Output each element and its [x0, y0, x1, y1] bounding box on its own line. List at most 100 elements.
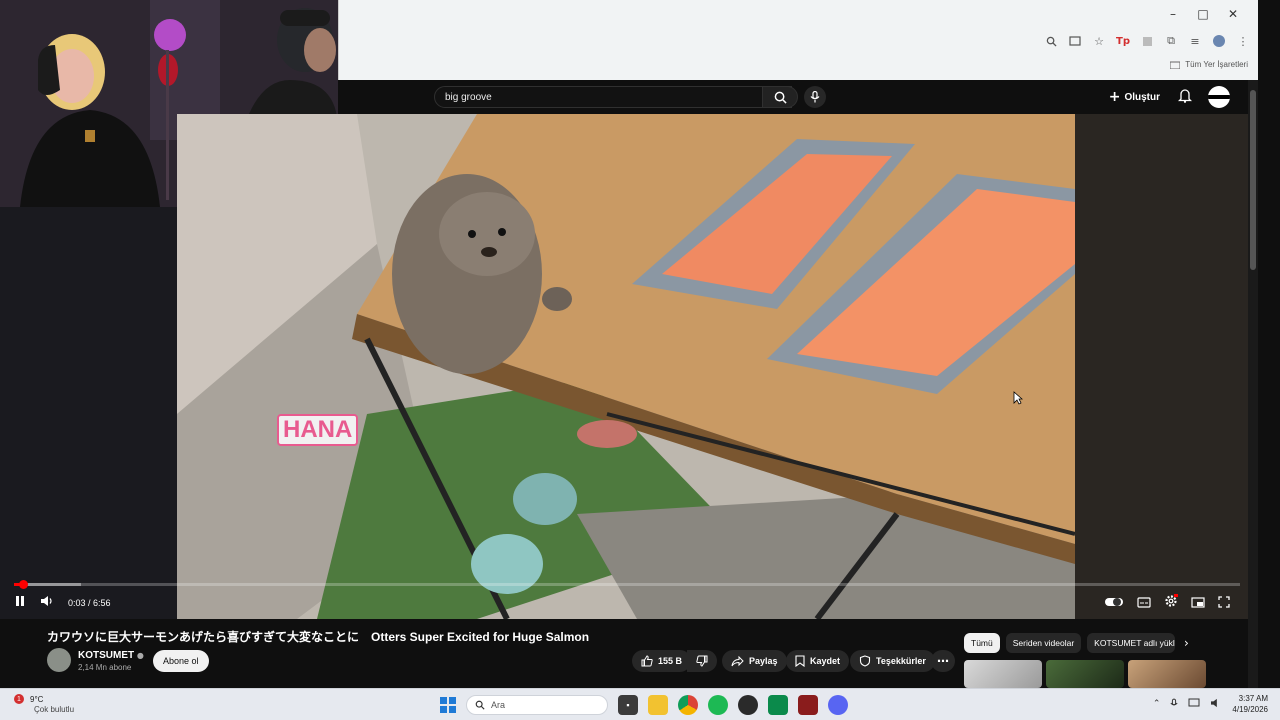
notifications-button[interactable]: [1177, 88, 1193, 108]
dislike-button[interactable]: [687, 650, 717, 672]
like-button[interactable]: 155 B: [632, 650, 692, 672]
verified-icon: ●: [136, 651, 144, 660]
progress-bar[interactable]: [14, 580, 1240, 589]
more-actions-button[interactable]: ⋯: [931, 650, 955, 672]
search-icon: [774, 91, 787, 104]
subscribe-button[interactable]: Abone ol: [153, 650, 209, 672]
share-button[interactable]: Paylaş: [722, 650, 787, 672]
microphone-icon: [810, 91, 820, 103]
gear-icon: [1165, 594, 1178, 607]
youtube-header: big groove ✕ + Oluştur: [338, 80, 1258, 114]
clock-date: 4/19/2026: [1232, 705, 1268, 714]
plus-icon: +: [1108, 89, 1121, 105]
channel-avatar[interactable]: [47, 648, 71, 672]
file-explorer-icon[interactable]: [648, 695, 668, 715]
tray-volume-icon[interactable]: [1210, 698, 1222, 710]
cast-icon[interactable]: [1068, 34, 1082, 48]
related-thumbnail[interactable]: [1128, 660, 1206, 688]
game-app-icon[interactable]: [798, 695, 818, 715]
minimize-button[interactable]: –: [1158, 4, 1188, 24]
system-tray: ⌃ 3:37 AM 4/19/2026: [1153, 693, 1268, 715]
channel-name-label: KOTSUMET: [78, 650, 135, 661]
fullscreen-button[interactable]: [1218, 595, 1230, 613]
weather-widget[interactable]: 1 9°C Çok bulutlu: [14, 694, 74, 714]
player-controls-left: 0:03 / 6:56: [14, 594, 111, 612]
subtitles-button[interactable]: [1137, 595, 1151, 613]
clock-time: 3:37 AM: [1238, 694, 1268, 703]
left-dark-area: [0, 207, 177, 619]
browser-menu-icon[interactable]: ⋮: [1236, 34, 1250, 48]
browser-chrome: – □ ✕ ☆ Tp ⧉ ≡ ⋮ Tüm Yer İşaretleri: [338, 0, 1258, 80]
subscriber-count: 2,14 Mn abone: [78, 663, 132, 672]
tray-network-icon[interactable]: [1188, 698, 1200, 710]
chip-channel-uploads[interactable]: KOTSUMET adlı yükle: [1087, 633, 1176, 653]
start-button[interactable]: [440, 697, 456, 718]
autoplay-toggle-icon: [1105, 597, 1123, 606]
settings-button[interactable]: [1164, 594, 1178, 613]
profile-avatar-icon[interactable]: [1212, 34, 1226, 48]
more-horizontal-icon: ⋯: [937, 654, 949, 668]
chip-all[interactable]: Tümü: [964, 633, 1000, 653]
window-controls: – □ ✕: [1158, 4, 1248, 24]
video-player[interactable]: HANA: [177, 114, 1075, 619]
voice-search-button[interactable]: [804, 86, 826, 108]
media-queue-icon[interactable]: ≡: [1188, 34, 1202, 48]
miniplayer-button[interactable]: [1191, 595, 1205, 613]
tray-chevron-up-icon[interactable]: ⌃: [1153, 699, 1161, 709]
autoplay-toggle[interactable]: [1104, 595, 1124, 613]
pause-icon: [16, 596, 24, 606]
discord-icon[interactable]: [828, 695, 848, 715]
create-button[interactable]: + Oluştur: [1109, 89, 1160, 105]
account-avatar[interactable]: [1208, 86, 1230, 108]
taskbar-search[interactable]: Ara: [466, 695, 608, 715]
search-input[interactable]: big groove ✕: [434, 86, 792, 108]
zoom-icon[interactable]: [1044, 34, 1058, 48]
extensions-puzzle-icon[interactable]: ⧉: [1164, 34, 1178, 48]
save-button[interactable]: Kaydet: [786, 650, 850, 672]
obs-icon[interactable]: [738, 695, 758, 715]
save-label: Kaydet: [810, 656, 841, 666]
chevron-right-icon[interactable]: ›: [1184, 636, 1189, 650]
chrome-icon[interactable]: [678, 695, 698, 715]
spotify-icon[interactable]: [708, 695, 728, 715]
extension-icon[interactable]: [1140, 34, 1154, 48]
video-overlay-label: HANA: [277, 414, 359, 446]
video-title: カワウソに巨大サーモンあげたら喜びすぎて大変なことに Otters Super …: [47, 630, 590, 644]
player-controls-right: [1104, 594, 1230, 613]
page-scrollbar[interactable]: [1248, 80, 1258, 690]
fullscreen-icon: [1218, 595, 1230, 608]
thanks-label: Teşekkürler: [876, 656, 926, 666]
folder-icon: [1170, 61, 1181, 69]
app-icon[interactable]: [768, 695, 788, 715]
search-button[interactable]: [762, 86, 798, 108]
all-bookmarks[interactable]: Tüm Yer İşaretleri: [1170, 60, 1248, 69]
related-thumbnail[interactable]: [964, 660, 1042, 688]
bookmark-icon: [795, 655, 805, 667]
miniplayer-icon: [1191, 596, 1205, 608]
task-view-icon[interactable]: ▪: [618, 695, 638, 715]
weather-alert-badge: 1: [14, 694, 24, 704]
volume-button[interactable]: [40, 594, 54, 612]
tray-microphone-icon[interactable]: [1170, 698, 1178, 711]
progress-scrubber[interactable]: [18, 580, 28, 589]
scrollbar-thumb[interactable]: [1250, 90, 1256, 270]
video-frame-image: [177, 114, 1075, 619]
super-thanks-icon: [859, 655, 871, 667]
search-query[interactable]: big groove: [445, 92, 492, 103]
windows-taskbar: 1 9°C Çok bulutlu Ara ▪ ⌃ 3:37 AM 4/19/2…: [0, 688, 1280, 720]
maximize-button[interactable]: □: [1188, 4, 1218, 24]
related-thumbnail[interactable]: [1046, 660, 1124, 688]
subtitles-icon: [1137, 596, 1151, 608]
pause-button[interactable]: [14, 594, 26, 612]
related-thumbnails: [964, 660, 1206, 688]
taskbar-clock[interactable]: 3:37 AM 4/19/2026: [1232, 693, 1268, 715]
channel-name[interactable]: KOTSUMET ●: [78, 650, 144, 661]
extension-tp-icon[interactable]: Tp: [1116, 34, 1130, 48]
mouse-cursor-icon: [1013, 391, 1023, 405]
bookmark-star-icon[interactable]: ☆: [1092, 34, 1106, 48]
chip-series[interactable]: Seriden videolar: [1005, 633, 1082, 653]
close-window-button[interactable]: ✕: [1218, 4, 1248, 24]
thanks-button[interactable]: Teşekkürler: [850, 650, 935, 672]
related-filter-chips: Tümü Seriden videolar KOTSUMET adlı yükl…: [964, 633, 1176, 653]
taskbar-search-placeholder: Ara: [491, 700, 506, 710]
